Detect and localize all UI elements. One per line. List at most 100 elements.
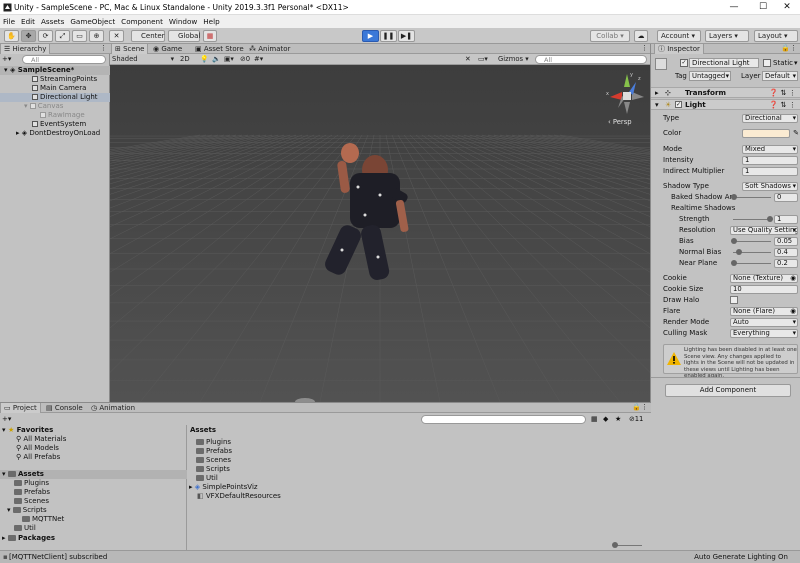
scene-viewport[interactable] <box>110 65 651 402</box>
culling-mask-dropdown[interactable]: Everything ▾ <box>730 329 798 338</box>
draw-halo-checkbox[interactable] <box>730 296 738 304</box>
light-enabled-checkbox[interactable]: ✓ <box>675 101 682 108</box>
2d-toggle[interactable]: 2D <box>180 55 190 64</box>
hierarchy-item-directional-light[interactable]: Directional Light <box>0 93 110 102</box>
lock-icon[interactable]: 🔒 <box>781 44 790 52</box>
cloud-icon[interactable]: ☁ <box>634 30 648 42</box>
icon-size-slider-knob[interactable] <box>612 542 618 548</box>
near-plane-field[interactable]: 0.2 <box>774 259 798 268</box>
resolution-dropdown[interactable]: Use Quality Setting ▾ <box>730 226 798 235</box>
favorite-all-prefabs[interactable]: ⚲ All Prefabs <box>16 453 60 462</box>
projection-label[interactable]: ‹ Persp <box>608 118 632 126</box>
custom-tool-icon[interactable]: ✕ <box>109 30 124 42</box>
auto-generate-lighting-status[interactable]: Auto Generate Lighting On <box>694 553 788 561</box>
tree-folder-scenes[interactable]: Scenes <box>14 497 49 506</box>
favorite-all-materials[interactable]: ⚲ All Materials <box>16 435 66 444</box>
baked-shadow-angle-field[interactable]: 0 <box>774 193 798 202</box>
shading-mode-dropdown[interactable]: Shaded ▾ <box>112 55 174 64</box>
layout-dropdown[interactable]: Layout ▾ <box>754 30 798 42</box>
asset-folder-util[interactable]: Util <box>196 474 218 483</box>
menu-component[interactable]: Component <box>118 15 166 26</box>
project-search-input[interactable] <box>421 415 586 424</box>
scene-row[interactable]: ▾ ◈ SampleScene* <box>0 66 110 75</box>
scale-tool-icon[interactable]: ⤢ <box>55 30 70 42</box>
object-picker-icon[interactable]: ◉ <box>790 308 796 315</box>
cookie-size-field[interactable]: 10 <box>730 285 798 294</box>
filter-type-icon[interactable]: ▦ <box>591 415 598 423</box>
tab-animator[interactable]: ⁂ Animator <box>246 44 293 54</box>
tab-scene[interactable]: ⊞ Scene <box>111 44 149 54</box>
strength-slider[interactable] <box>733 219 771 220</box>
panel-menu-icon[interactable]: ⋮ <box>100 44 107 52</box>
move-tool-icon[interactable]: ✥ <box>21 30 36 42</box>
asset-folder-scenes[interactable]: Scenes <box>196 456 231 465</box>
bias-slider[interactable] <box>733 241 771 242</box>
grid-dropdown-icon[interactable]: #▾ <box>254 55 263 64</box>
pivot-center-button[interactable]: Center <box>131 30 165 42</box>
hierarchy-item-eventsystem[interactable]: EventSystem <box>0 120 110 129</box>
hidden-packages-toggle[interactable]: ⊘11 <box>629 415 643 423</box>
component-menu-icon[interactable]: ❓ ⇅ ⋮ <box>769 88 796 98</box>
layers-dropdown[interactable]: Layers ▾ <box>705 30 749 42</box>
object-name-field[interactable]: Directional Light <box>689 58 759 68</box>
hierarchy-item-dontdestroyonload[interactable]: ▸ ◈ DontDestroyOnLoad <box>0 129 110 138</box>
gizmos-dropdown[interactable]: Gizmos ▾ <box>498 55 529 64</box>
snap-icon[interactable]: ▦ <box>203 30 217 42</box>
tree-folder-mqttnet[interactable]: MQTTNet <box>22 515 64 524</box>
scene-search-input[interactable]: All <box>535 55 647 64</box>
rotate-tool-icon[interactable]: ⟳ <box>38 30 53 42</box>
audio-toggle-icon[interactable]: 🔈 <box>212 55 220 64</box>
account-dropdown[interactable]: Account ▾ <box>657 30 701 42</box>
asset-folder-plugins[interactable]: Plugins <box>196 438 231 447</box>
strength-field[interactable]: 1 <box>774 215 798 224</box>
favorites-row[interactable]: ▾ ★ Favorites <box>2 426 53 435</box>
assets-root-row[interactable]: ▾ Assets <box>0 470 187 479</box>
tools-icon[interactable]: ✕ <box>465 55 471 64</box>
slider-knob[interactable] <box>767 216 773 222</box>
near-plane-slider[interactable] <box>733 263 771 264</box>
transform-tool-icon[interactable]: ⊕ <box>89 30 104 42</box>
slider-knob[interactable] <box>731 238 737 244</box>
asset-vfxdefaultresources[interactable]: ◧ VFXDefaultResources <box>197 492 281 501</box>
panel-menu-icon[interactable]: ⋮ <box>641 44 648 52</box>
asset-folder-prefabs[interactable]: Prefabs <box>196 447 232 456</box>
intensity-field[interactable]: 1 <box>742 156 798 165</box>
hierarchy-item-rawimage[interactable]: RawImage <box>0 111 110 120</box>
step-button[interactable]: ▶❚ <box>398 30 415 42</box>
object-picker-icon[interactable]: ◉ <box>790 275 796 282</box>
minimize-button[interactable]: — <box>721 1 747 14</box>
tab-hierarchy[interactable]: ☰ Hierarchy <box>0 44 51 54</box>
indirect-multiplier-field[interactable]: 1 <box>742 167 798 176</box>
baked-shadow-angle-slider[interactable] <box>733 197 771 198</box>
lock-icon[interactable]: 🔒 <box>632 403 641 411</box>
panel-menu-icon[interactable]: ⋮ <box>641 403 648 411</box>
tab-game[interactable]: ◉ Game <box>150 44 185 54</box>
tag-dropdown[interactable]: Untagged ▾ <box>689 71 731 81</box>
packages-row[interactable]: ▸ Packages <box>2 534 55 543</box>
menu-help[interactable]: Help <box>200 15 222 26</box>
slider-knob[interactable] <box>731 260 737 266</box>
cookie-field[interactable]: None (Texture) ◉ <box>730 274 798 283</box>
tab-animation[interactable]: ◷ Animation <box>88 403 138 413</box>
shadow-type-dropdown[interactable]: Soft Shadows ▾ <box>742 182 798 191</box>
create-asset-dropdown[interactable]: +▾ <box>2 415 11 423</box>
light-component-header[interactable]: ▾ ☀ ✓ Light ❓ ⇅ ⋮ <box>651 99 800 110</box>
tab-asset-store[interactable]: ▣ Asset Store <box>192 44 247 54</box>
effects-dropdown-icon[interactable]: ▣▾ <box>224 55 234 64</box>
normal-bias-field[interactable]: 0.4 <box>774 248 798 257</box>
static-checkbox[interactable] <box>763 59 771 67</box>
hierarchy-search-input[interactable]: All <box>22 55 106 64</box>
menu-assets[interactable]: Assets <box>38 15 67 26</box>
component-menu-icon[interactable]: ❓ ⇅ ⋮ <box>769 100 796 110</box>
menu-gameobject[interactable]: GameObject <box>67 15 118 26</box>
favorite-icon[interactable]: ★ <box>615 415 621 423</box>
maximize-button[interactable]: ☐ <box>750 1 776 14</box>
global-space-button[interactable]: Global <box>168 30 200 42</box>
render-mode-dropdown[interactable]: Auto ▾ <box>730 318 798 327</box>
layer-dropdown[interactable]: Default ▾ <box>762 71 798 81</box>
asset-folder-scripts[interactable]: Scripts <box>196 465 230 474</box>
slider-knob[interactable] <box>731 194 737 200</box>
tree-folder-prefabs[interactable]: Prefabs <box>14 488 50 497</box>
tab-console[interactable]: ▤ Console <box>43 403 86 413</box>
camera-dropdown-icon[interactable]: ▭▾ <box>478 55 488 64</box>
